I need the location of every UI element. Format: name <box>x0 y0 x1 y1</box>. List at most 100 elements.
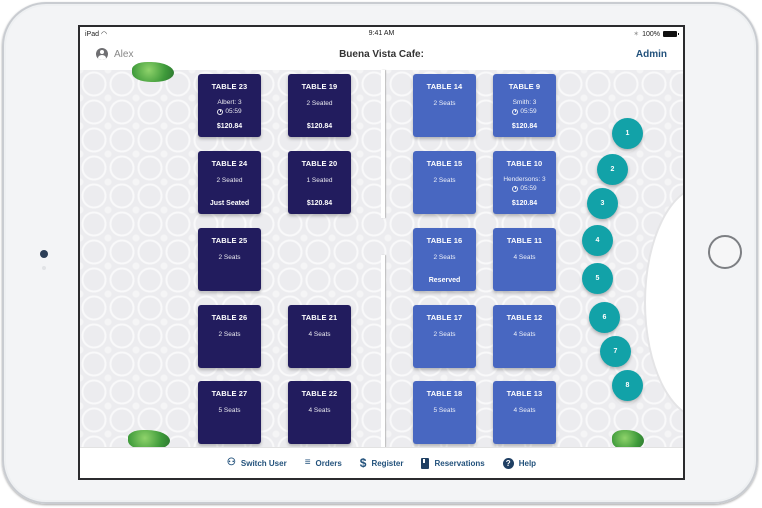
table-name: TABLE 20 <box>301 159 338 168</box>
page-title: Buena Vista Cafe:1st Floor⌵ <box>80 49 683 470</box>
home-button[interactable] <box>708 235 742 269</box>
table-info: 4 Seats <box>308 407 331 414</box>
clock-icon <box>512 108 519 115</box>
table-card[interactable]: TABLE 12 4 Seats <box>493 305 556 368</box>
bar-seat[interactable]: 7 <box>600 336 631 367</box>
help-label: Help <box>518 458 537 468</box>
battery-percent: 100% <box>642 30 660 38</box>
camera <box>40 250 48 258</box>
table-info: 5 Seats <box>433 407 456 414</box>
clock-icon <box>217 108 224 115</box>
table-info: 2 Seats <box>433 254 456 261</box>
battery-icon <box>663 31 679 37</box>
table-card[interactable]: TABLE 17 2 Seats <box>413 305 476 368</box>
timer-value: 05:59 <box>520 185 537 192</box>
table-card[interactable]: TABLE 18 5 Seats <box>413 381 476 444</box>
wall-divider-bottom <box>381 255 385 448</box>
table-card[interactable]: TABLE 15 2 Seats <box>413 151 476 214</box>
floor-plan: TABLE 23 Albert: 3 05:59 $120.84 TABLE 19 2 S… <box>80 62 683 450</box>
bar-seat[interactable]: 2 <box>597 154 628 185</box>
status-bar: iPad ◠ 9:41 AM ✶ 100% <box>80 27 683 41</box>
table-name: TABLE 15 <box>426 159 463 168</box>
bar-seat[interactable]: 8 <box>612 370 643 401</box>
table-card[interactable]: TABLE 9 Smith: 3 05:59 $120.84 <box>493 74 556 137</box>
table-info: Albert: 3 <box>217 99 242 106</box>
table-name: TABLE 19 <box>301 82 338 91</box>
table-status: $120.84 <box>511 200 538 207</box>
orders-button[interactable]: ≡ Orders <box>305 458 342 468</box>
bar-counter <box>644 185 683 420</box>
reservations-label: Reservations <box>434 458 485 468</box>
table-status: $120.84 <box>511 123 538 130</box>
table-info: 2 Seats <box>433 331 456 338</box>
admin-button[interactable]: Admin <box>636 49 667 60</box>
table-info: 5 Seats <box>218 407 241 414</box>
list-check-icon: ≡ <box>304 457 311 468</box>
table-info: 4 Seats <box>308 331 331 338</box>
table-timer: 05:59 <box>493 107 556 116</box>
timer-value: 05:59 <box>225 108 242 115</box>
table-card[interactable]: TABLE 19 2 Seated $120.84 <box>288 74 351 137</box>
table-info: 2 Seated <box>306 100 333 107</box>
table-status: Just Seated <box>209 200 250 207</box>
table-card[interactable]: TABLE 26 2 Seats <box>198 305 261 368</box>
table-name: TABLE 24 <box>211 159 248 168</box>
bar-seat[interactable]: 4 <box>582 225 613 256</box>
table-card[interactable]: TABLE 20 1 Seated $120.84 <box>288 151 351 214</box>
table-card[interactable]: TABLE 23 Albert: 3 05:59 $120.84 <box>198 74 261 137</box>
sensor <box>42 266 46 270</box>
table-info: 2 Seats <box>218 254 241 261</box>
table-name: TABLE 9 <box>508 82 541 91</box>
timer-value: 05:59 <box>520 108 537 115</box>
clock: 9:41 AM <box>368 30 395 37</box>
table-card[interactable]: TABLE 11 4 Seats <box>493 228 556 291</box>
dollar-icon: $ <box>359 456 367 470</box>
help-button[interactable]: ? Help <box>502 457 537 469</box>
wall-divider-top <box>381 70 385 218</box>
table-card[interactable]: TABLE 25 2 Seats <box>198 228 261 291</box>
table-info: 4 Seats <box>513 407 536 414</box>
table-info: Smith: 3 <box>512 99 537 106</box>
register-label: Register <box>371 458 404 468</box>
table-status: $120.84 <box>216 123 243 130</box>
orders-label: Orders <box>315 458 342 468</box>
table-card[interactable]: TABLE 21 4 Seats <box>288 305 351 368</box>
table-name: TABLE 16 <box>426 236 463 245</box>
table-card[interactable]: TABLE 16 2 Seats Reserved <box>413 228 476 291</box>
switch-user-button[interactable]: ⚇ Switch User <box>227 458 287 468</box>
reservations-button[interactable]: Reservations <box>421 457 485 469</box>
table-status: Reserved <box>428 277 461 284</box>
table-info: 2 Seated <box>216 177 243 184</box>
table-name: TABLE 11 <box>506 236 543 245</box>
bar-seat[interactable]: 5 <box>582 263 613 294</box>
bar-seat[interactable]: 6 <box>589 302 620 333</box>
table-name: TABLE 12 <box>506 313 543 322</box>
table-name: TABLE 13 <box>506 389 543 398</box>
bar-seat[interactable]: 1 <box>612 118 643 149</box>
table-card[interactable]: TABLE 13 4 Seats <box>493 381 556 444</box>
cafe-name: Buena Vista Cafe: <box>339 49 424 60</box>
table-name: TABLE 22 <box>301 389 338 398</box>
table-name: TABLE 10 <box>506 159 543 168</box>
table-timer: 05:59 <box>198 107 261 116</box>
top-bar: Alex Buena Vista Cafe:1st Floor⌵ Admin <box>80 41 683 470</box>
table-info: 2 Seats <box>433 177 456 184</box>
table-name: TABLE 18 <box>426 389 463 398</box>
clock-icon <box>512 185 519 192</box>
bluetooth-icon: ✶ <box>633 31 640 38</box>
table-card[interactable]: TABLE 14 2 Seats <box>413 74 476 137</box>
table-card[interactable]: TABLE 24 2 Seated Just Seated <box>198 151 261 214</box>
table-name: TABLE 25 <box>211 236 248 245</box>
table-info: 2 Seats <box>433 100 456 107</box>
table-name: TABLE 27 <box>211 389 248 398</box>
table-card[interactable]: TABLE 10 Hendersons: 3 05:59 $120.84 <box>493 151 556 214</box>
register-button[interactable]: $ Register <box>359 456 404 470</box>
table-timer: 05:59 <box>493 184 556 193</box>
bar-seat[interactable]: 3 <box>587 188 618 219</box>
table-name: TABLE 23 <box>211 82 248 91</box>
app-screen: iPad ◠ 9:41 AM ✶ 100% Alex Buena Vista C… <box>78 25 685 480</box>
table-card[interactable]: TABLE 22 4 Seats <box>288 381 351 444</box>
table-info: 4 Seats <box>513 331 536 338</box>
table-info: 4 Seats <box>513 254 536 261</box>
table-card[interactable]: TABLE 27 5 Seats <box>198 381 261 444</box>
